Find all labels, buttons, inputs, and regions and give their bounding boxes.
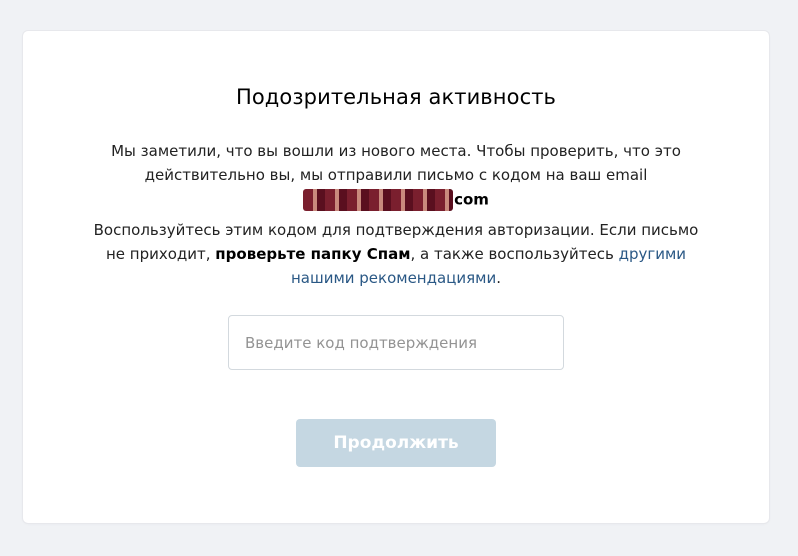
verification-card: Подозрительная активность Мы заметили, ч…: [23, 31, 769, 523]
continue-button[interactable]: Продолжить: [296, 419, 496, 467]
redacted-email-image: [303, 188, 454, 211]
message-line-1: Мы заметили, что вы вошли из нового мест…: [111, 142, 681, 160]
instructions-text: Воспользуйтесь этим кодом для подтвержде…: [83, 218, 709, 290]
message-line-2: действительно вы, мы отправили письмо с …: [144, 166, 648, 184]
confirmation-code-input[interactable]: [228, 315, 564, 370]
instructions-suffix: .: [496, 269, 502, 287]
suspicious-activity-message: Мы заметили, что вы вошли из нового мест…: [93, 139, 699, 211]
email-address: com: [93, 187, 699, 211]
instructions-middle: , а также воспользуйтесь: [410, 245, 619, 263]
page-title: Подозрительная активность: [235, 85, 557, 109]
check-spam-text: проверьте папку Спам: [215, 245, 411, 263]
email-tail: com: [454, 190, 489, 209]
